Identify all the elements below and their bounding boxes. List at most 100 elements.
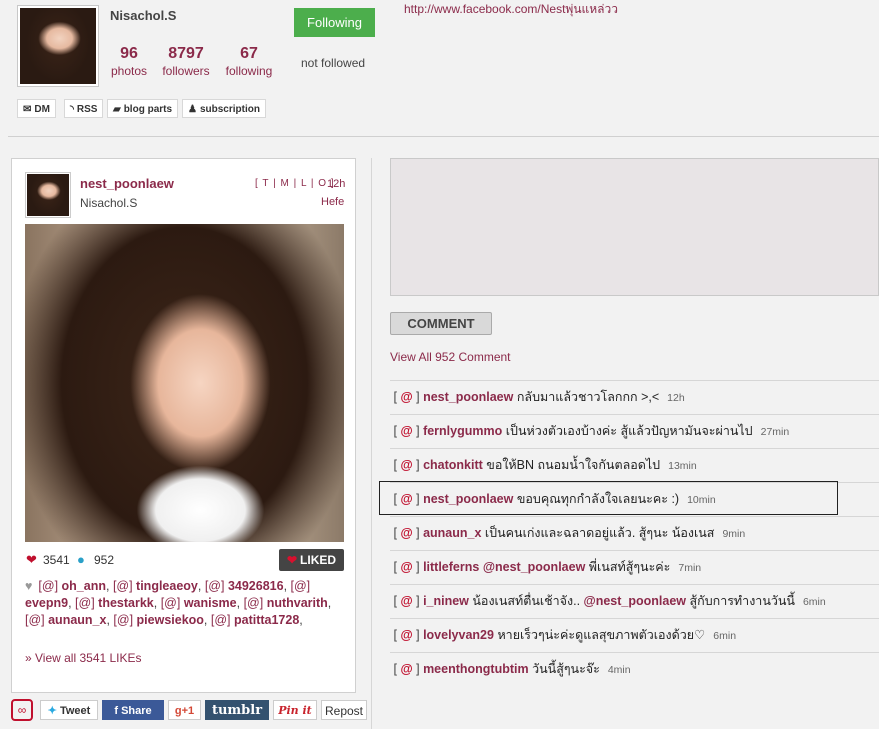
comment-username[interactable]: meenthongtubtim bbox=[423, 662, 529, 676]
tumblr-button[interactable]: tumblr bbox=[205, 700, 269, 720]
rss-button[interactable]: ◝ RSS bbox=[64, 99, 104, 118]
liked-label: LIKED bbox=[300, 553, 337, 567]
facebook-share-button[interactable]: f Share bbox=[102, 700, 164, 720]
comment-time: 10min bbox=[687, 494, 716, 506]
liker-link[interactable]: [@] aunaun_x bbox=[25, 613, 106, 627]
comment-username[interactable]: fernlygummo bbox=[423, 424, 502, 438]
reply-at-icon[interactable]: @ bbox=[400, 560, 412, 574]
tweet-label: Tweet bbox=[59, 705, 91, 717]
comment-bubble-icon: ● bbox=[77, 552, 85, 567]
liker-link[interactable]: [@] wanisme bbox=[161, 596, 237, 610]
photos-stat[interactable]: 96 photos bbox=[108, 45, 150, 78]
post-size-links[interactable]: [ T | M | L | O ] bbox=[255, 178, 335, 189]
comment-text: วันนี้สู้ๆนะจ๊ะ bbox=[532, 662, 600, 676]
liker-link[interactable]: [@] patitta1728 bbox=[211, 613, 299, 627]
reply-at-icon[interactable]: @ bbox=[400, 492, 412, 506]
pinterest-button[interactable]: Pin it bbox=[273, 700, 317, 720]
comment-row: [ @ ] nest_poonlaew ขอบคุณทุกกำลังใจเลยน… bbox=[390, 482, 879, 515]
comment-text: พี่เนสท์สู้ๆนะค่ะ bbox=[588, 560, 671, 574]
comment-text: สู้กับการทำงานวันนี้ bbox=[689, 594, 795, 608]
followers-count: 8797 bbox=[168, 45, 204, 62]
comment-text: กลับมาแล้วชาวโลกกก >,< bbox=[516, 390, 660, 404]
dm-button[interactable]: ✉ DM bbox=[17, 99, 56, 118]
reply-at-icon[interactable]: @ bbox=[400, 628, 412, 642]
comment-username[interactable]: aunaun_x bbox=[423, 526, 481, 540]
tweet-button[interactable]: ✦ Tweet bbox=[40, 700, 98, 720]
reply-at-icon[interactable]: @ bbox=[400, 424, 412, 438]
comment-row: [ @ ] nest_poonlaew กลับมาแล้วชาวโลกกก >… bbox=[390, 380, 879, 413]
reply-at-icon[interactable]: @ bbox=[400, 662, 412, 676]
repost-button[interactable]: Repost bbox=[321, 700, 367, 720]
liker-link[interactable]: [@] nuthvarith bbox=[244, 596, 328, 610]
reply-at-icon[interactable]: @ bbox=[400, 526, 412, 540]
bracket: ] bbox=[412, 662, 424, 676]
comment-row: [ @ ] i_ninew น้องเนสท์ตื่นเช้าจัง.. @ne… bbox=[390, 584, 879, 617]
profile-avatar[interactable] bbox=[17, 5, 99, 87]
liker-link[interactable]: [@] piewsiekoo bbox=[113, 613, 204, 627]
comment-button[interactable]: COMMENT bbox=[390, 312, 492, 335]
comment-time: 6min bbox=[802, 596, 826, 608]
liked-button[interactable]: ❤ LIKED bbox=[279, 549, 344, 571]
facebook-share-label: Share bbox=[121, 705, 152, 717]
link-share-icon[interactable]: ∞ bbox=[11, 699, 33, 721]
bell-icon: ♟ bbox=[188, 104, 197, 115]
blog-icon: ▰ bbox=[113, 104, 121, 115]
comment-row: [ @ ] littleferns @nest_poonlaew พี่เนสท… bbox=[390, 550, 879, 583]
photos-count: 96 bbox=[120, 45, 138, 62]
mail-icon: ✉ bbox=[23, 104, 32, 115]
following-stat[interactable]: 67 following bbox=[222, 45, 276, 78]
comment-text: ขอบคุณทุกกำลังใจเลยนะคะ :) bbox=[516, 492, 680, 506]
facebook-link[interactable]: http://www.facebook.com/Nestพุ่นแหล่วว bbox=[404, 0, 618, 19]
post-time: 12h bbox=[327, 178, 346, 190]
dm-label: DM bbox=[34, 104, 50, 115]
bracket: ] bbox=[412, 628, 424, 642]
comment-time: 6min bbox=[713, 630, 737, 642]
bracket: ] bbox=[412, 560, 424, 574]
bracket: ] bbox=[412, 424, 424, 438]
subscription-button[interactable]: ♟ subscription bbox=[182, 99, 266, 118]
post-avatar[interactable] bbox=[25, 172, 71, 218]
liker-link[interactable]: [@] thestarkk bbox=[75, 596, 154, 610]
following-button[interactable]: Following bbox=[294, 8, 375, 37]
view-all-comments-link[interactable]: View All 952 Comment bbox=[390, 350, 511, 364]
reply-at-icon[interactable]: @ bbox=[400, 594, 412, 608]
comment-username[interactable]: chatonkitt bbox=[423, 458, 483, 472]
reply-at-icon[interactable]: @ bbox=[400, 458, 412, 472]
following-count: 67 bbox=[240, 45, 258, 62]
followers-stat[interactable]: 8797 followers bbox=[158, 45, 214, 78]
gplus-label: +1 bbox=[181, 705, 195, 717]
gplus-button[interactable]: g+1 bbox=[168, 700, 201, 720]
comment-mention[interactable]: @nest_poonlaew bbox=[483, 560, 589, 574]
post-name: Nisachol.S bbox=[80, 196, 138, 210]
comment-row: [ @ ] fernlygummo เป็นห่วงตัวเองบ้างค่ะ … bbox=[390, 414, 879, 447]
rss-label: RSS bbox=[76, 104, 98, 115]
liker-link[interactable]: [@] 34926816 bbox=[205, 579, 284, 593]
post-photo[interactable] bbox=[25, 224, 344, 542]
column-divider bbox=[371, 158, 372, 729]
comment-mention[interactable]: @nest_poonlaew bbox=[584, 594, 690, 608]
view-all-likes-link[interactable]: » View all 3541 LIKEs bbox=[25, 651, 142, 665]
comment-username[interactable]: nest_poonlaew bbox=[423, 390, 513, 404]
comment-username[interactable]: lovelyvan29 bbox=[423, 628, 494, 642]
comment-username[interactable]: littleferns bbox=[423, 560, 479, 574]
comment-row: [ @ ] meenthongtubtim วันนี้สู้ๆนะจ๊ะ 4mi… bbox=[390, 652, 879, 685]
liker-link[interactable]: [@] oh_ann bbox=[38, 579, 106, 593]
post-filter[interactable]: Hefe bbox=[321, 196, 344, 208]
comment-username[interactable]: i_ninew bbox=[423, 594, 469, 608]
bracket: ] bbox=[412, 390, 424, 404]
bird-icon: ✦ bbox=[47, 705, 57, 717]
blog-parts-button[interactable]: ▰ blog parts bbox=[107, 99, 179, 118]
gplus-icon: g bbox=[174, 705, 182, 717]
comment-time: 12h bbox=[667, 392, 685, 404]
comment-time: 27min bbox=[760, 426, 790, 438]
comment-text: น้องเนสท์ตื่นเช้าจัง.. bbox=[472, 594, 584, 608]
reply-at-icon[interactable]: @ bbox=[400, 390, 412, 404]
subscription-label: subscription bbox=[199, 104, 260, 115]
comment-time: 9min bbox=[722, 528, 746, 540]
comment-textarea[interactable] bbox=[390, 158, 879, 296]
comment-row: [ @ ] lovelyvan29 หายเร็วๆน่ะค่ะดูแลสุขภ… bbox=[390, 618, 879, 651]
comment-username[interactable]: nest_poonlaew bbox=[423, 492, 513, 506]
liker-link[interactable]: [@] tingleaeoy bbox=[113, 579, 198, 593]
comment-text: ขอให้BN ถนอมน้ำใจกันตลอดไป bbox=[486, 458, 661, 472]
post-username[interactable]: nest_poonlaew bbox=[80, 176, 174, 191]
